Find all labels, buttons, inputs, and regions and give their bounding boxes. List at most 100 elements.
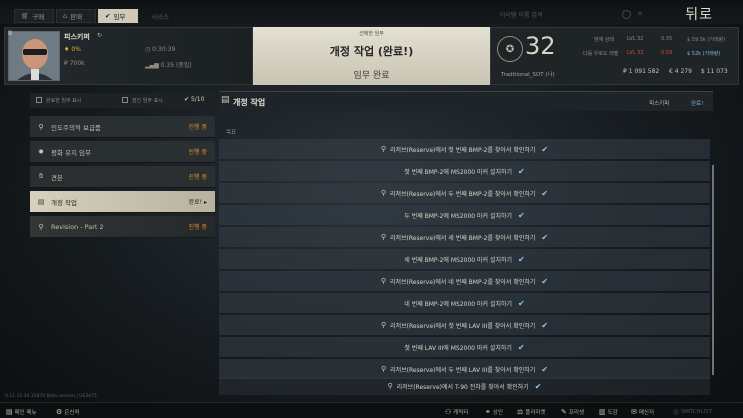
main-menu-button[interactable]: ▤ 메인 메뉴 <box>3 406 40 417</box>
objective-text: 리저브(Reserve)에서 두 번째 LAV III를 찾아서 확인하기 <box>390 366 536 374</box>
standing-value: ♦ 0% <box>64 46 81 53</box>
check-icon: ✔ <box>518 298 525 308</box>
show-completed-label: 완료한 임무 표시 <box>46 98 82 104</box>
flea-market-button[interactable]: ⚖ 플리마켓 <box>514 406 549 417</box>
next-rep: 0.59 <box>661 50 673 56</box>
tab-services[interactable]: 서비스 <box>144 9 184 23</box>
objective-row: ⚲ 리저브(Reserve)에서 네 번째 BMP-2를 찾아서 확인하기 ✔ <box>219 271 710 291</box>
handbook-button[interactable]: ▥ 도감 <box>596 406 621 417</box>
objectives-scrollbar[interactable] <box>712 165 714 375</box>
handbook-label: 도감 <box>607 409 618 416</box>
main-menu-label: 메인 메뉴 <box>14 409 37 416</box>
current-state-label: 현재 상태 <box>594 37 614 43</box>
watchlist-button[interactable]: ◎ WATCHLIST <box>670 406 715 417</box>
peacekeeper-portrait <box>9 32 59 80</box>
quest-item-state: 진행 중 <box>188 149 207 156</box>
objective-text: 리저브(Reserve)에서 두 번째 BMP-2를 찾아서 확인하기 <box>390 190 536 198</box>
tab-buy[interactable]: 🛒︎ 구매 <box>14 9 54 23</box>
dollars: $ 11 073 <box>701 68 728 75</box>
search-icon: ⚲ <box>380 233 386 241</box>
messenger-button[interactable]: ✉ 메신저 <box>628 406 657 417</box>
close-icon[interactable]: ✕ <box>637 10 643 18</box>
watch-icon: ◎ <box>673 407 680 416</box>
quest-item-humanitarian[interactable]: ⚲ 인도주의적 보급품 진행 중 <box>30 116 215 138</box>
check-icon: ✔ <box>518 210 525 220</box>
presets-button[interactable]: ✎ 프리셋 <box>558 406 587 417</box>
objective-text: 리저브(Reserve)에서 세 번째 BMP-2를 찾아서 확인하기 <box>390 234 536 242</box>
tab-sell-label: 판매 <box>70 13 83 21</box>
objective-row: ⚲ 리저브(Reserve)에서 두 번째 LAV III를 찾아서 확인하기 … <box>219 359 710 379</box>
quest-item-state: 진행 중 <box>188 124 207 131</box>
show-completed-checkbox[interactable] <box>36 97 42 103</box>
tab-quests-label: 임무 <box>113 13 126 21</box>
quest-item-revision[interactable]: ▤ 개정 작업 완료! ▸ <box>30 191 215 213</box>
next-level-label: 다음 우호도 레벨 <box>583 51 619 57</box>
mail-icon: ✉ <box>631 407 637 416</box>
euros: € 4 279 <box>669 68 692 75</box>
traders-button[interactable]: ⚭ 상인 <box>482 406 506 417</box>
check-icon: ✔ <box>541 276 549 286</box>
check-icon: ✔ <box>517 342 525 352</box>
back-button[interactable]: 뒤로 <box>685 4 713 24</box>
check-icon: ✔ <box>534 381 542 391</box>
check-icon: ✔ <box>518 254 525 264</box>
check-icon: ✔ <box>541 364 549 374</box>
objective-text: 리저브(Reserve)에서 T-90 전차를 찾아서 확인하기 <box>396 383 529 391</box>
watchlist-label: WATCHLIST <box>681 408 713 415</box>
show-locked-checkbox[interactable] <box>122 97 128 103</box>
menu-icon: ▤ <box>6 407 13 416</box>
quest-detail-header: ▤ 개정 작업 피스키퍼 완료! <box>219 91 713 111</box>
check-icon: ✔ <box>518 166 525 176</box>
pin-icon: ⚲ <box>38 122 44 131</box>
quest-item-label: 견본 <box>51 173 63 182</box>
objective-row: 첫 번째 LAV III에 MS2000 마커 설치하기 ✔ <box>219 337 710 357</box>
quest-item-sample[interactable]: ✋︎ 견본 진행 중 <box>30 166 215 188</box>
tab-services-label: 서비스 <box>151 13 169 21</box>
next-level: LVL 32 <box>627 50 644 56</box>
search-icon[interactable] <box>622 10 631 19</box>
tab-sell[interactable]: ⌂ 판매 <box>56 9 96 23</box>
version-text: 0.12.12.30.15870 Beta version | UE3475 <box>5 394 97 399</box>
check-icon: ✔ <box>541 188 549 198</box>
objective-text: 리저브(Reserve)에서 첫 번째 BMP-2를 찾아서 확인하기 <box>390 146 536 154</box>
roubles: ₽ 1 091 582 <box>623 68 660 75</box>
check-icon: ✔ <box>541 320 549 330</box>
hand-icon: ✋︎ <box>39 172 43 180</box>
quest-item-peacekeeping[interactable]: ✹ 평화 유지 임무 진행 중 <box>30 141 215 163</box>
player-name: Traditional_SOT (나) <box>501 72 555 78</box>
objective-row: 첫 번째 BMP-2에 MS2000 마커 설치하기 ✔ <box>219 161 710 181</box>
tab-quests[interactable]: ✔ 임무 <box>98 9 138 23</box>
trader-profile: Ⅲ 피스키퍼 ↻ ♦ 0% ₽ 700k ◷ 0:30:39 ▂▄▆ 0.35 … <box>4 27 253 85</box>
faction-emblem-icon: ✪ <box>497 36 523 62</box>
objective-text: 리저브(Reserve)에서 첫 번째 LAV III를 찾아서 확인하기 <box>390 322 536 330</box>
objective-text: 첫 번째 BMP-2에 MS2000 마커 설치하기 <box>404 168 513 176</box>
bottom-menu-bar: ▤ 메인 메뉴 ⚙ 은신처 ⚇ 캐릭터 ⚭ 상인 ⚖ 플리마켓 ✎ 프리셋 ▥ … <box>0 402 743 418</box>
character-button[interactable]: ⚇ 캐릭터 <box>442 406 471 417</box>
handshake-icon: ⚭ <box>485 407 491 416</box>
medal-icon: ✹ <box>38 147 44 156</box>
search-icon: ⚲ <box>380 277 386 285</box>
hideout-label: 은신처 <box>64 409 80 416</box>
search-icon: ⚲ <box>380 321 387 329</box>
search-icon: ⚲ <box>380 189 386 197</box>
clock-icon: ◷ <box>145 46 151 53</box>
player-level: 32 <box>525 32 556 60</box>
objective-row: 세 번째 BMP-2에 MS2000 마커 설치하기 ✔ <box>219 249 710 269</box>
document-icon: ▤ <box>37 197 45 206</box>
objective-row: ⚲ 리저브(Reserve)에서 첫 번째 LAV III를 찾아서 확인하기 … <box>219 315 710 335</box>
selected-label: 선택한 임무 <box>359 31 384 37</box>
messenger-label: 메신저 <box>638 409 655 416</box>
hideout-button[interactable]: ⚙ 은신처 <box>53 406 82 417</box>
current-level: LVL 32 <box>627 36 644 42</box>
quest-count: ✔ 5/10 <box>184 96 204 103</box>
objective-row: ⚲ 리저브(Reserve)에서 T-90 전차를 찾아서 확인하기 ✔ <box>219 377 710 395</box>
next-money: $ 52k (거래량) <box>687 51 721 57</box>
check-icon: ✔ <box>541 144 549 154</box>
quest-status: 임무 완료 <box>353 71 390 81</box>
quest-item-revision-part-2[interactable]: ⚲ Revision - Part 2 진행 중 <box>30 216 215 238</box>
top-navigation: 🛒︎ 구매 ⌂ 판매 ✔ 임무 서비스 아이템 이름 검색 ✕ 뒤로 <box>0 0 743 24</box>
objective-row: 네 번째 BMP-2에 MS2000 마커 설치하기 ✔ <box>219 293 710 313</box>
reputation: ▂▄▆ 0.35 (중립) <box>145 60 192 69</box>
search-input[interactable]: 아이템 이름 검색 <box>500 10 635 22</box>
player-status-panel: ✪ 32 Traditional_SOT (나) 현재 상태 LVL 32 0.… <box>490 27 739 85</box>
